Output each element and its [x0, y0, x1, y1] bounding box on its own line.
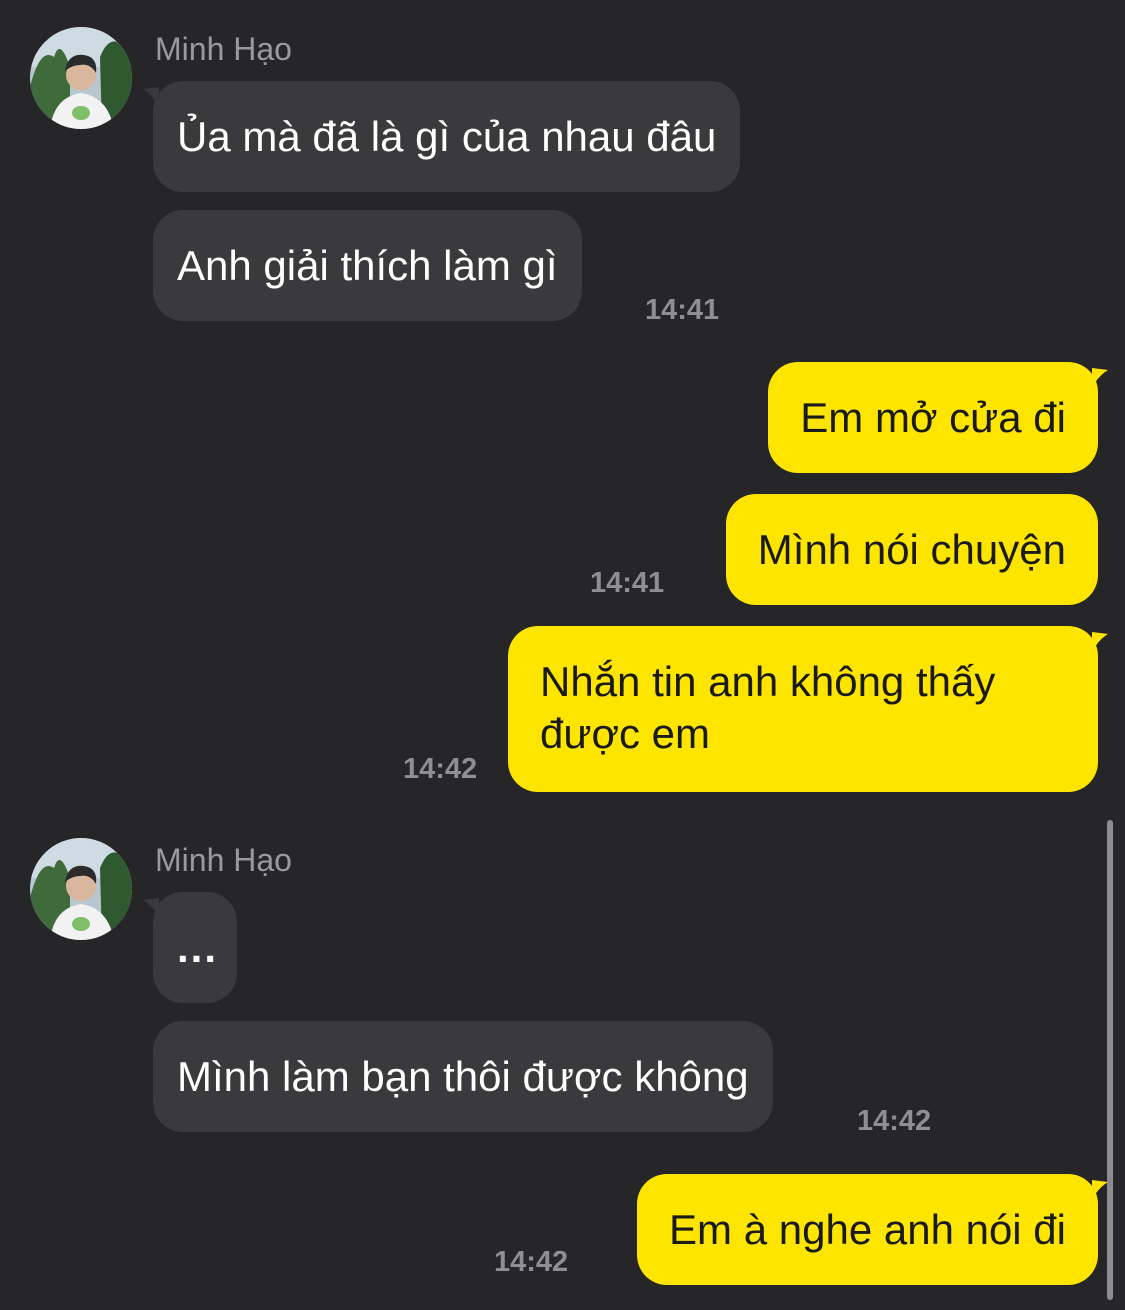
- profile-photo-icon: [30, 27, 132, 129]
- message-text: Mình nói chuyện: [757, 525, 1066, 573]
- message-text: Em à nghe anh nói đi: [669, 1205, 1066, 1253]
- message-bubble-outgoing[interactable]: Nhắn tin anh không thấy được em: [508, 626, 1108, 792]
- message-text: Nhắn tin anh không thấy được em: [540, 658, 996, 757]
- sender-name: Minh Hạo: [155, 842, 292, 878]
- message-text: ...: [177, 923, 219, 971]
- bubble-tail: [143, 87, 159, 107]
- message-timestamp: 14:42: [403, 753, 478, 785]
- message-text: Anh giải thích làm gì: [177, 241, 558, 289]
- bubble-tail: [1092, 632, 1108, 652]
- message-bubble-incoming[interactable]: Anh giải thích làm gì: [153, 210, 582, 321]
- message-text: Mình làm bạn thôi được không: [177, 1052, 749, 1100]
- message-bubble-outgoing[interactable]: Mình nói chuyện: [725, 494, 1098, 605]
- message-bubble-incoming[interactable]: Ủa mà đã là gì của nhau đâu: [143, 81, 741, 192]
- message-timestamp: 14:41: [645, 294, 720, 326]
- message-text: Em mở cửa đi: [800, 393, 1066, 441]
- sender-avatar[interactable]: [30, 27, 132, 129]
- message-text: Ủa mà đã là gì của nhau đâu: [177, 112, 717, 160]
- message-bubble-outgoing[interactable]: Em à nghe anh nói đi: [637, 1174, 1108, 1285]
- profile-photo-icon: [30, 838, 132, 940]
- bubble-tail: [1092, 1180, 1108, 1200]
- sender-avatar[interactable]: [30, 838, 132, 940]
- message-timestamp: 14:41: [590, 567, 665, 599]
- message-timestamp: 14:42: [494, 1246, 569, 1278]
- bubble-tail: [1092, 368, 1108, 388]
- message-timestamp: 14:42: [857, 1105, 932, 1137]
- bubble-tail: [143, 898, 159, 918]
- message-bubble-outgoing[interactable]: Em mở cửa đi: [768, 362, 1108, 473]
- scrollbar[interactable]: [1107, 820, 1113, 1300]
- message-bubble-incoming[interactable]: ...: [143, 892, 237, 1003]
- message-bubble-incoming[interactable]: Mình làm bạn thôi được không: [153, 1021, 773, 1132]
- sender-name: Minh Hạo: [155, 31, 292, 67]
